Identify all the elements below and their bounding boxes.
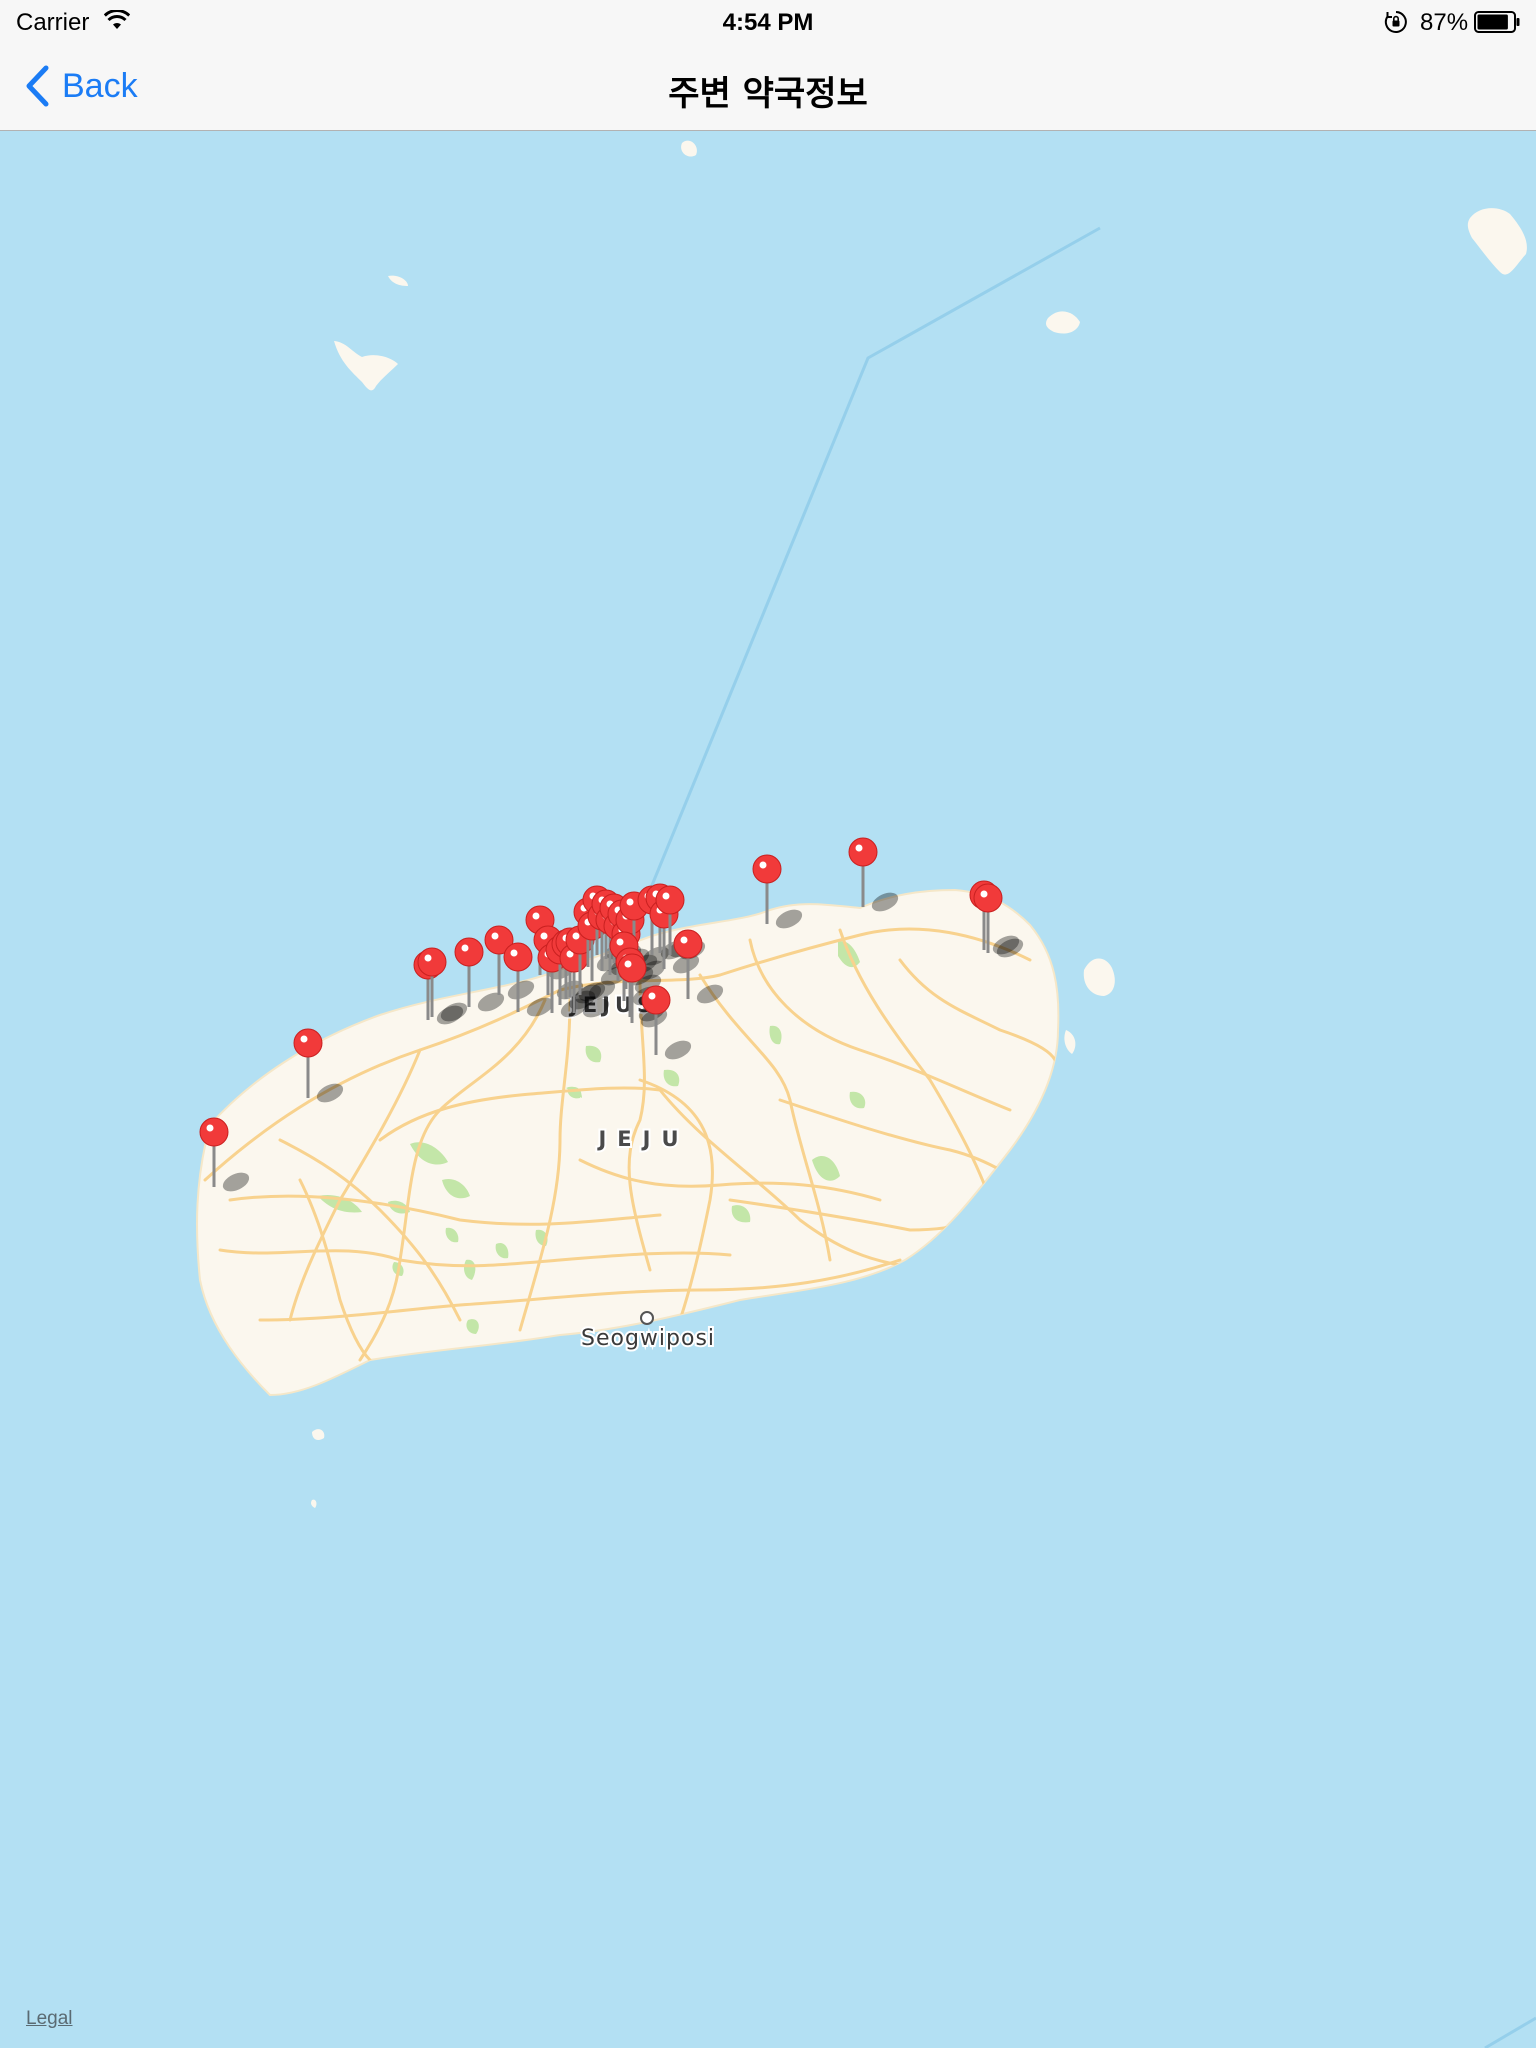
- orientation-lock-icon: [1384, 11, 1407, 33]
- page-title: 주변 약국정보: [668, 74, 868, 114]
- islet: [334, 341, 398, 391]
- map-pin-icon[interactable]: [848, 837, 901, 915]
- islet: [388, 275, 408, 286]
- legal-link[interactable]: Legal: [26, 2008, 73, 2030]
- battery-percent: 87%: [1420, 9, 1469, 36]
- map-view[interactable]: JEJUSI JEJU Seogwiposi: [0, 131, 1536, 2048]
- map-canvas[interactable]: JEJUSI JEJU Seogwiposi: [0, 131, 1536, 2048]
- maritime-boundary-line: [646, 226, 1101, 896]
- islet: [1083, 958, 1115, 996]
- battery-icon: [1474, 11, 1520, 33]
- islet: [1064, 1030, 1076, 1054]
- islet: [312, 1429, 325, 1440]
- town-label-seogwiposi: Seogwiposi: [581, 1326, 715, 1351]
- islet: [311, 1499, 317, 1508]
- town-marker: [640, 1311, 654, 1325]
- islet: [681, 140, 697, 157]
- maritime-boundary-line-corner: [1484, 2016, 1536, 2048]
- region-label-jeju: JEJU: [596, 1127, 689, 1151]
- status-bar: Carrier 4:54 PM 87%: [0, 0, 1536, 44]
- islet: [1467, 208, 1527, 275]
- clock: 4:54 PM: [722, 9, 814, 36]
- islet: [1046, 311, 1080, 334]
- navigation-bar: Back 주변 약국정보: [0, 44, 1536, 131]
